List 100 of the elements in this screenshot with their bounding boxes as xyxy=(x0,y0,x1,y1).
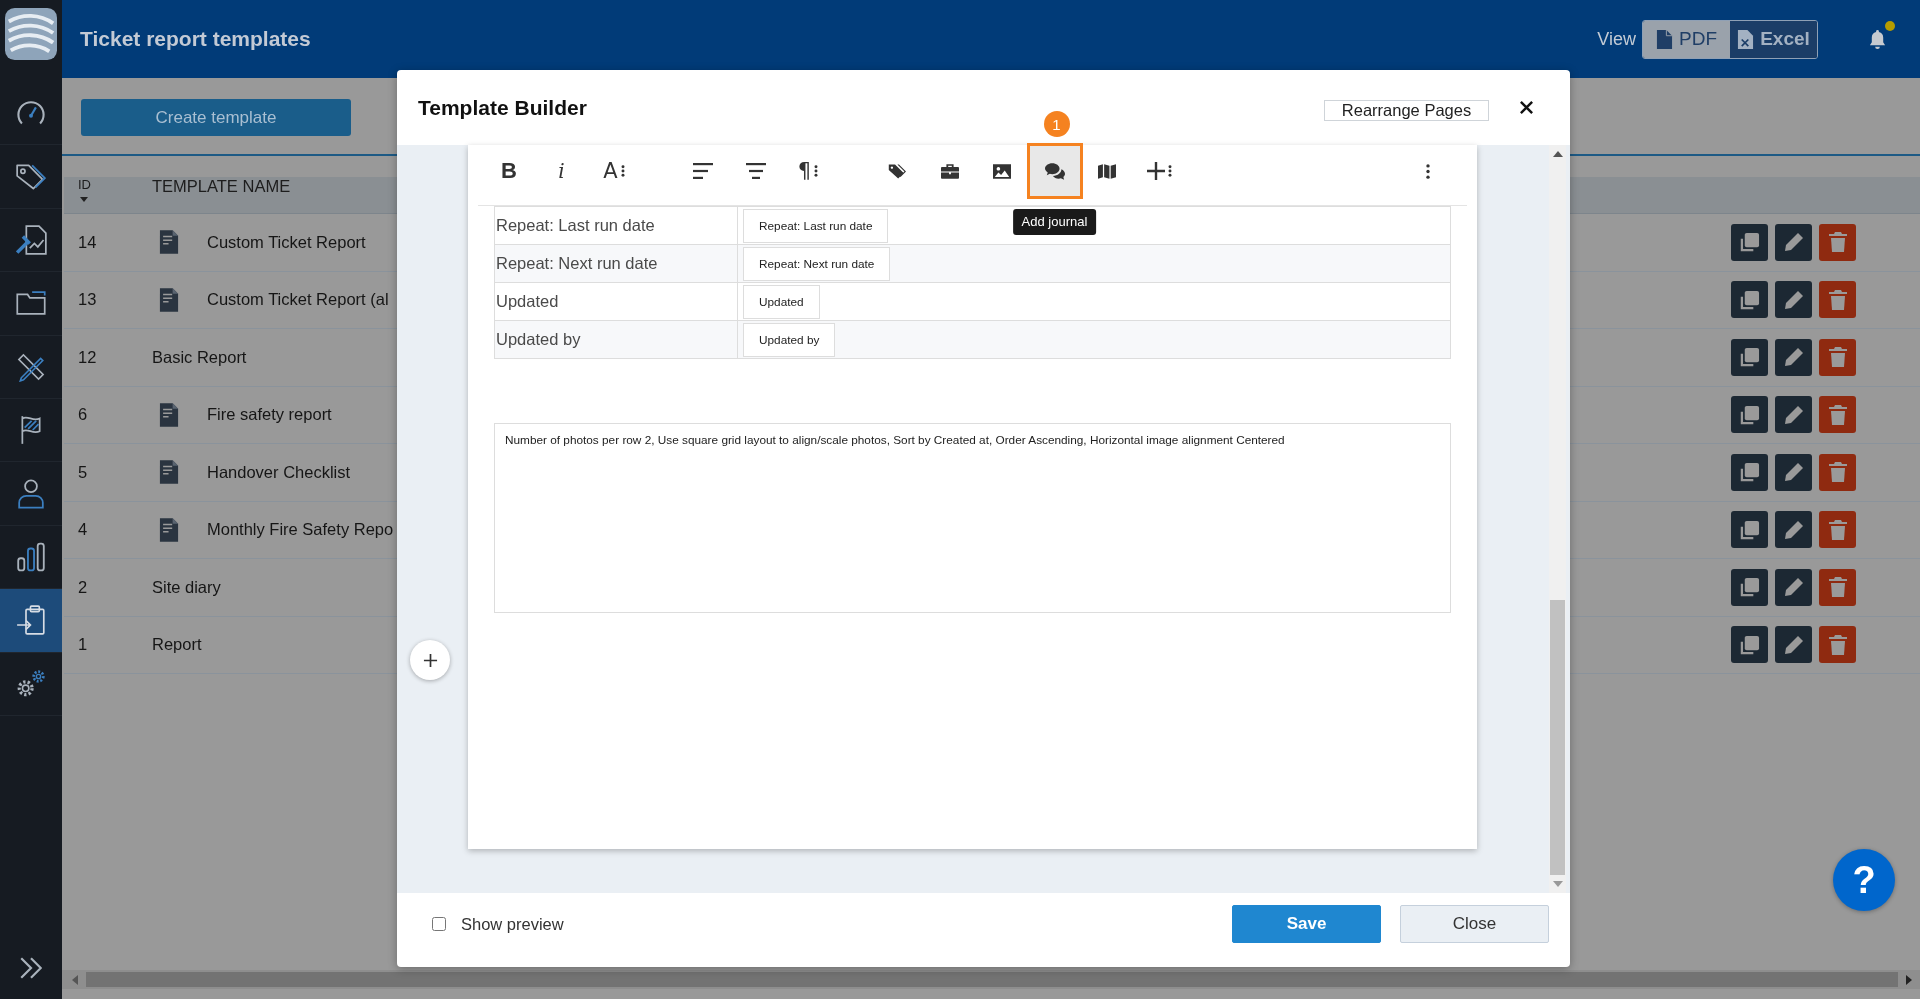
field-tag[interactable]: Repeat: Next run date xyxy=(743,246,891,281)
map-icon xyxy=(1098,163,1116,179)
chat-bubbles-icon xyxy=(1044,162,1065,180)
pencil-icon xyxy=(1783,232,1804,253)
field-tag[interactable]: Repeat: Last run date xyxy=(743,208,889,243)
template-name: Handover Checklist xyxy=(207,462,351,482)
sidebar-item[interactable] xyxy=(0,589,62,653)
copy-button[interactable] xyxy=(1731,568,1768,606)
trash-icon xyxy=(1828,347,1847,368)
toolbar-button[interactable]: B xyxy=(483,145,535,197)
person-icon xyxy=(18,478,44,509)
tooltip: Add journal xyxy=(1012,209,1097,235)
dialog-close-button[interactable] xyxy=(1519,100,1534,115)
close-button[interactable]: Close xyxy=(1400,905,1549,943)
column-header: TEMPLATE NAME xyxy=(152,177,291,196)
edit-button[interactable] xyxy=(1775,338,1812,376)
show-preview-checkbox[interactable] xyxy=(432,917,446,931)
view-option-button[interactable]: Excel xyxy=(1730,20,1817,58)
copy-icon xyxy=(1739,232,1760,253)
edit-button[interactable] xyxy=(1775,626,1812,664)
pencil-icon xyxy=(1783,462,1804,483)
pencil-icon xyxy=(1783,519,1804,540)
delete-button[interactable] xyxy=(1819,338,1856,376)
close-icon xyxy=(1519,100,1534,115)
copy-icon xyxy=(1739,289,1760,310)
clipboard-arrow-icon xyxy=(16,605,46,636)
template-name: Custom Ticket Report (al xyxy=(207,290,389,310)
modal-title: Template Builder xyxy=(418,95,587,120)
template-name: Monthly Fire Safety Repo xyxy=(207,520,394,540)
toolbar-button[interactable]: i xyxy=(535,145,588,197)
copy-icon xyxy=(1739,519,1760,540)
briefcase-icon xyxy=(940,163,959,179)
template-id: 1 xyxy=(78,635,88,654)
flag-icon xyxy=(20,415,42,446)
toolbar-button[interactable]: A xyxy=(588,145,640,197)
align-center-icon xyxy=(745,163,766,179)
field-tag[interactable]: Updated xyxy=(743,284,820,319)
template-id: 2 xyxy=(78,577,88,596)
gears-icon xyxy=(16,668,46,699)
edit-button[interactable] xyxy=(1775,568,1812,606)
template-id: 6 xyxy=(78,405,88,424)
photo-settings-box[interactable]: Number of photos per row 2, Use square grid layout to align/scale photos, Sort by Created at, Order Ascending, Horizontal image alignment Centered xyxy=(494,423,1451,613)
copy-button[interactable] xyxy=(1731,223,1768,261)
save-button[interactable]: Save xyxy=(1232,905,1381,943)
pencil-icon xyxy=(1783,289,1804,310)
copy-button[interactable] xyxy=(1731,626,1768,664)
step-badge: 1 xyxy=(1043,111,1070,137)
trash-icon xyxy=(1828,577,1847,598)
view-label: View xyxy=(1597,28,1636,50)
delete-button[interactable] xyxy=(1819,396,1856,434)
edit-button[interactable] xyxy=(1775,223,1812,261)
folder-icon xyxy=(16,291,46,316)
field-label: Repeat: Last run date xyxy=(496,216,655,235)
image-icon xyxy=(993,163,1011,179)
copy-button[interactable] xyxy=(1731,453,1768,491)
copy-button[interactable] xyxy=(1731,281,1768,319)
edit-button[interactable] xyxy=(1775,453,1812,491)
template-name: Custom Ticket Report xyxy=(207,232,366,252)
template-name: Report xyxy=(152,635,202,655)
pencil-icon xyxy=(1783,634,1804,655)
delete-button[interactable] xyxy=(1819,453,1856,491)
scrollbar-thumb[interactable] xyxy=(86,972,1898,987)
spreadsheet-file-icon xyxy=(1737,28,1755,50)
pencil-icon xyxy=(1783,577,1804,598)
delete-button[interactable] xyxy=(1819,223,1856,261)
copy-button[interactable] xyxy=(1731,396,1768,434)
toolbar-button[interactable]: ¶ xyxy=(782,145,834,197)
edit-button[interactable] xyxy=(1775,281,1812,319)
delete-button[interactable] xyxy=(1819,568,1856,606)
align-left-icon xyxy=(693,163,713,179)
scroll-up-arrow-icon[interactable] xyxy=(1552,151,1563,157)
notifications-button[interactable] xyxy=(1868,28,1887,50)
view-option-button[interactable]: PDF xyxy=(1643,20,1730,58)
create-template-button[interactable]: Create template xyxy=(81,99,351,136)
column-header: ID xyxy=(78,177,92,192)
trash-icon xyxy=(1828,519,1847,540)
delete-button[interactable] xyxy=(1819,511,1856,549)
toolbar-button[interactable] xyxy=(1028,145,1081,197)
rearrange-pages-button[interactable]: Rearrange Pages xyxy=(1324,99,1489,121)
more-icon xyxy=(1426,163,1430,179)
file-icon xyxy=(1656,28,1673,50)
bell-icon xyxy=(1868,28,1887,50)
scrollbar-thumb[interactable] xyxy=(1550,600,1565,875)
field-label: Updated by xyxy=(496,330,581,349)
delete-button[interactable] xyxy=(1819,626,1856,664)
trash-icon xyxy=(1828,404,1847,425)
edit-button[interactable] xyxy=(1775,511,1812,549)
pencil-icon xyxy=(1783,347,1804,368)
scroll-right-arrow-icon[interactable] xyxy=(1906,974,1912,985)
plus-icon xyxy=(1147,162,1165,180)
template-id: 13 xyxy=(78,290,97,309)
edit-button[interactable] xyxy=(1775,396,1812,434)
bar-chart-icon xyxy=(17,541,45,572)
copy-button[interactable] xyxy=(1731,511,1768,549)
copy-button[interactable] xyxy=(1731,338,1768,376)
field-label: Updated xyxy=(496,292,559,311)
ruler-pencil-icon xyxy=(16,351,46,382)
template-name: Site diary xyxy=(152,577,221,597)
field-tag[interactable]: Updated by xyxy=(743,322,836,357)
delete-button[interactable] xyxy=(1819,281,1856,319)
